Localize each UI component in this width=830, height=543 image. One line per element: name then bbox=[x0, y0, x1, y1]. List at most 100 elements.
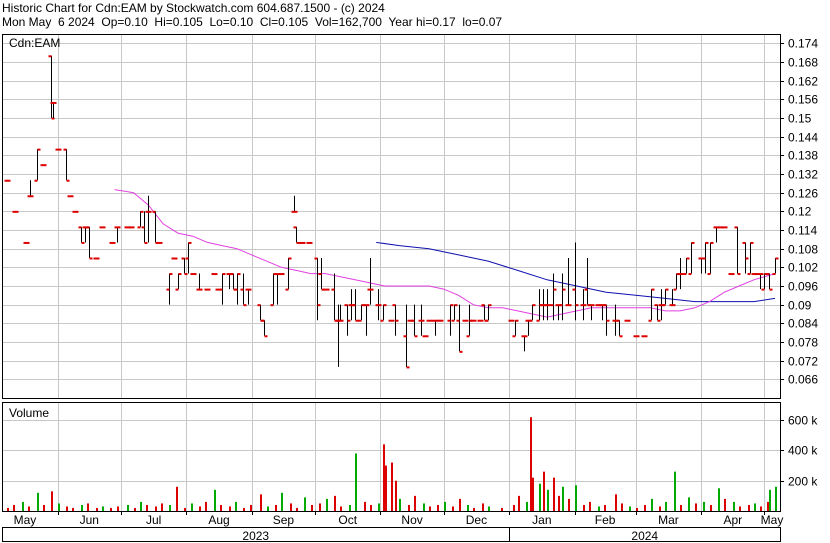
price-tick-label: 0.096 bbox=[788, 280, 818, 294]
ohlc-bar bbox=[261, 319, 268, 338]
ohlc-bar bbox=[512, 319, 519, 338]
ohlc-bar bbox=[588, 304, 595, 321]
volume-bar bbox=[748, 504, 750, 511]
month-label: Jul bbox=[146, 513, 161, 527]
ohlc-bar bbox=[648, 288, 655, 322]
volume-tick-label: 600 k bbox=[788, 414, 818, 428]
price-panel-border bbox=[2, 34, 781, 399]
chart-frame bbox=[2, 34, 784, 542]
volume-bar bbox=[688, 497, 690, 511]
price-tick-label: 0.168 bbox=[788, 56, 818, 70]
volume-bar bbox=[355, 453, 357, 511]
volume-bar bbox=[340, 506, 342, 511]
volume-bar bbox=[134, 507, 136, 511]
ohlc-bar bbox=[137, 210, 144, 229]
volume-bar bbox=[383, 444, 385, 511]
ohlc-bar bbox=[352, 289, 359, 322]
month-label: Aug bbox=[208, 513, 229, 527]
month-label: Dec bbox=[466, 513, 487, 527]
ohlc-bar bbox=[234, 273, 241, 305]
ohlc-bar bbox=[654, 304, 661, 322]
volume-bar bbox=[72, 507, 74, 511]
volume-bar bbox=[364, 501, 366, 511]
ohlc-bar bbox=[673, 273, 680, 291]
ohlc-bar bbox=[599, 304, 606, 321]
ohlc-bar bbox=[63, 148, 70, 182]
volume-bar bbox=[184, 507, 186, 511]
ohlc-bar bbox=[367, 258, 374, 305]
volume-bar bbox=[117, 506, 119, 511]
month-label: Nov bbox=[401, 513, 422, 527]
volume-bar bbox=[501, 507, 503, 511]
volume-bars bbox=[7, 417, 777, 511]
ohlc-bar bbox=[677, 258, 684, 290]
volume-bar bbox=[370, 504, 372, 511]
year-label: 2023 bbox=[242, 529, 269, 543]
volume-bar bbox=[378, 503, 380, 511]
volume-bar bbox=[467, 504, 469, 511]
volume-bar bbox=[81, 504, 83, 511]
ohlc-bar bbox=[616, 319, 623, 338]
volume-bar bbox=[220, 504, 222, 511]
price-tick-label: 0.12 bbox=[788, 205, 812, 219]
ohlc-bar bbox=[713, 226, 720, 243]
ohlc-bar bbox=[358, 304, 365, 322]
ohlc-bar bbox=[403, 304, 410, 369]
volume-bar bbox=[767, 501, 769, 511]
volume-bar bbox=[22, 501, 24, 511]
volume-bar bbox=[547, 489, 549, 511]
ohlc-bar bbox=[257, 304, 264, 322]
ohlc-bar bbox=[572, 242, 579, 321]
ohlc-bar bbox=[82, 226, 89, 243]
ohlc-bar bbox=[230, 273, 237, 291]
volume-bar bbox=[558, 495, 560, 511]
volume-bar bbox=[703, 501, 705, 511]
month-label: Jun bbox=[80, 513, 99, 527]
volume-bar bbox=[250, 504, 252, 511]
volume-tick-label: 200 k bbox=[788, 475, 818, 489]
volume-bar bbox=[275, 504, 277, 511]
volume-bar bbox=[96, 507, 98, 511]
volume-bar bbox=[169, 504, 171, 511]
volume-bar bbox=[66, 506, 68, 511]
volume-bar bbox=[349, 504, 351, 511]
price-tick-label: 0.174 bbox=[788, 37, 818, 51]
chart-page: Historic Chart for Cdn:EAM by Stockwatch… bbox=[0, 0, 830, 543]
volume-bar bbox=[530, 417, 532, 511]
ohlc-bar bbox=[270, 273, 277, 307]
volume-bar bbox=[629, 506, 631, 511]
price-tick-label: 0.162 bbox=[788, 75, 818, 89]
volume-bar bbox=[326, 498, 328, 511]
volume-bar bbox=[739, 506, 741, 511]
ohlc-bar bbox=[331, 273, 338, 322]
volume-bar bbox=[408, 504, 410, 511]
month-label: Sep bbox=[273, 513, 295, 527]
ohlc-bar bbox=[698, 257, 705, 274]
volume-bar bbox=[710, 504, 712, 511]
grid-lines bbox=[2, 34, 780, 511]
month-label: May bbox=[761, 513, 784, 527]
volume-bar bbox=[87, 503, 89, 511]
month-label: Jan bbox=[532, 513, 551, 527]
ohlc-bar bbox=[285, 257, 292, 291]
ohlc-bar bbox=[742, 241, 749, 274]
volume-bar bbox=[304, 497, 306, 511]
ohlc-bar bbox=[544, 289, 551, 321]
stock-chart: 0.174 0.168 0.162 0.156 0.15 0.144 0.138 0.132 0… bbox=[2, 34, 818, 543]
volume-bar bbox=[532, 477, 534, 511]
volume-bar bbox=[311, 504, 313, 511]
volume-bar bbox=[665, 501, 667, 511]
ohlc-bar bbox=[141, 211, 148, 244]
volume-bar bbox=[290, 503, 292, 511]
ohlc-bar bbox=[456, 304, 463, 353]
volume-bar bbox=[214, 489, 216, 511]
ohlc-bar bbox=[702, 241, 709, 274]
price-tick-label: 0.156 bbox=[788, 93, 818, 107]
volume-bar bbox=[58, 503, 60, 511]
volume-bar bbox=[488, 506, 490, 511]
price-panel-label: Cdn:EAM bbox=[9, 36, 60, 50]
volume-bar bbox=[568, 498, 570, 511]
volume-bar bbox=[680, 504, 682, 511]
ohlc-bar bbox=[669, 289, 676, 307]
price-tick-label: 0.108 bbox=[788, 243, 818, 257]
